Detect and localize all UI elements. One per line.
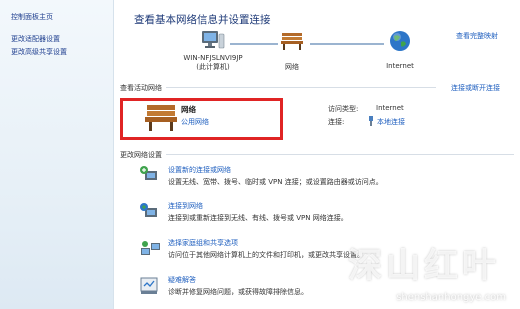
task-connect-network-desc: 连接到或重新连接到无线、有线、拨号或 VPN 网络连接。 — [168, 214, 348, 222]
watermark-url: shenshanhongye.com — [396, 292, 506, 303]
change-settings-heading: 更改网络设置 — [120, 151, 162, 159]
network-node: 网络 — [274, 30, 310, 72]
task-setup-connection-desc: 设置无线、宽带、拨号、临时或 VPN 连接；或设置路由器或访问点。 — [168, 178, 383, 186]
page-title: 查看基本网络信息并设置连接 — [134, 14, 271, 26]
task-homegroup-sharing-title[interactable]: 选择家庭组和共享选项 — [168, 238, 238, 248]
map-connector-2 — [310, 43, 384, 45]
ethernet-icon — [369, 116, 373, 126]
network-type-link[interactable]: 公用网络 — [181, 117, 209, 127]
new-connection-icon — [140, 166, 157, 180]
active-network-name: 网络 — [181, 105, 196, 114]
park-bench-icon — [145, 105, 177, 131]
connections-label: 连接: — [328, 118, 345, 126]
access-type-value: Internet — [376, 104, 404, 112]
homegroup-icon — [141, 241, 160, 255]
task-connect-network-title[interactable]: 连接到网络 — [168, 201, 203, 211]
internet-node: Internet — [380, 30, 420, 70]
network-label: 网络 — [285, 63, 299, 71]
view-full-map-link[interactable]: 查看完整映射 — [456, 31, 498, 41]
globe-icon — [390, 31, 410, 51]
connect-network-icon — [140, 203, 157, 217]
sidebar-item-change-advanced-sharing[interactable]: 更改高级共享设置 — [11, 47, 67, 57]
section-divider — [166, 154, 514, 155]
computer-icon — [202, 31, 225, 49]
watermark-text: 深山红叶 — [348, 246, 500, 286]
task-homegroup-sharing-desc: 访问位于其他网络计算机上的文件和打印机，或更改共享设置。 — [168, 251, 364, 259]
park-bench-icon — [281, 33, 303, 50]
computer-sub-label: (此计算机) — [196, 63, 230, 71]
map-connector-1 — [230, 43, 278, 45]
troubleshoot-icon — [140, 277, 158, 294]
computer-node: WIN-NFJSLNVI9JP (此计算机) — [158, 30, 268, 72]
task-setup-connection-title[interactable]: 设置新的连接或网络 — [168, 165, 231, 175]
internet-label: Internet — [386, 62, 414, 70]
computer-name: WIN-NFJSLNVI9JP — [183, 54, 243, 62]
access-type-label: 访问类型: — [328, 105, 359, 113]
sidebar-item-change-adapter-settings[interactable]: 更改适配器设置 — [11, 34, 60, 44]
sidebar: 控制面板主页 更改适配器设置 更改高级共享设置 — [0, 0, 114, 309]
task-troubleshoot-desc: 诊断并修复网络问题，或获得故障排除信息。 — [168, 288, 308, 296]
sidebar-item-control-panel-home[interactable]: 控制面板主页 — [11, 12, 53, 22]
local-connection-link[interactable]: 本地连接 — [377, 117, 405, 127]
task-troubleshoot-title[interactable]: 疑难解答 — [168, 275, 196, 285]
active-networks-heading: 查看活动网络 — [120, 84, 162, 92]
connect-disconnect-link[interactable]: 连接或断开连接 — [451, 83, 500, 93]
section-divider — [166, 87, 436, 88]
